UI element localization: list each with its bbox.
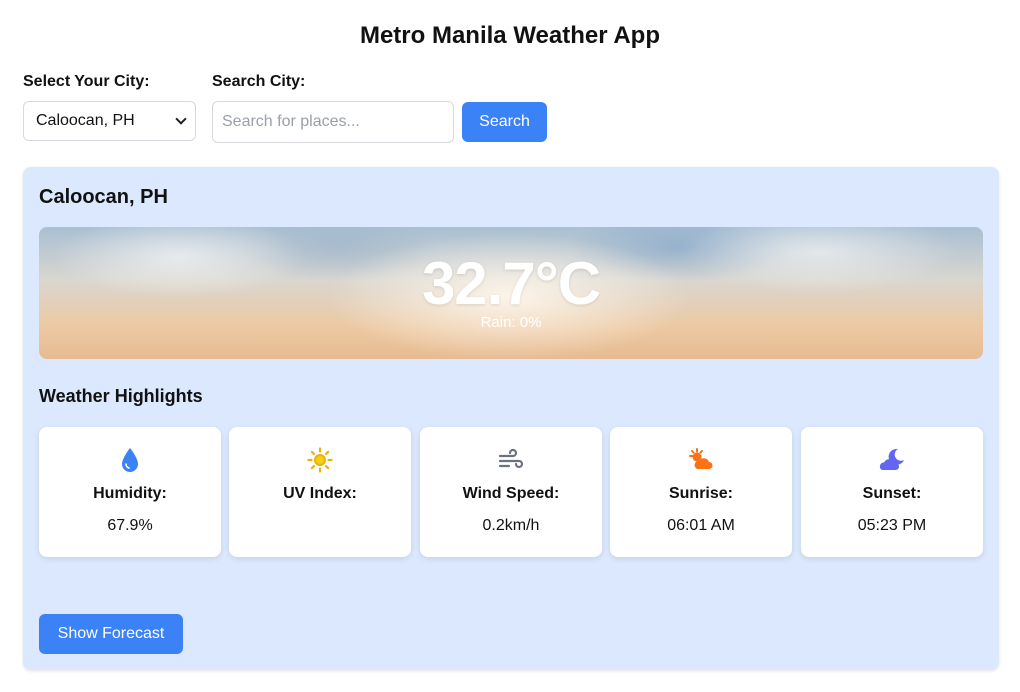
app-title: Metro Manila Weather App [359,22,661,49]
humidity-card: Humidity: 67.9% [39,427,221,557]
wind-icon [498,448,524,469]
wind-speed-card: Wind Speed: 0.2km/h [420,427,602,557]
wind-speed-label: Wind Speed: [462,485,560,502]
temperature-readout: 32.7°C [421,250,601,317]
rain-chance: Rain: 0% [480,314,542,331]
humidity-label: Humidity: [93,485,167,502]
sunrise-icon [689,448,713,469]
uv-index-label: UV Index: [283,485,357,502]
sunset-label: Sunset: [862,485,922,502]
city-select[interactable]: Caloocan, PH [23,101,196,141]
wind-speed-value: 0.2km/h [482,517,540,534]
weather-hero-banner: 32.7°C Rain: 0% [39,227,983,359]
humidity-value: 67.9% [107,517,153,534]
uv-index-card: UV Index: [229,427,411,557]
search-button[interactable]: Search [462,102,547,142]
search-input[interactable]: Search for places... [212,101,454,143]
city-select-label: Select Your City: [23,73,150,90]
sunrise-label: Sunrise: [668,485,733,502]
search-city-label: Search City: [212,73,306,90]
search-placeholder: Search for places... [222,113,360,130]
weather-panel: Caloocan, PH 32.7°C Rain: 0% Weather Hig… [23,167,999,670]
highlights-cards: Humidity: 67.9% UV Index: Wind Speed: 0.… [39,427,983,557]
sunrise-value: 06:01 AM [667,517,735,534]
moon-cloud-icon [879,448,904,470]
city-select-value: Caloocan, PH [36,112,135,129]
sunset-card: Sunset: 05:23 PM [801,427,983,557]
sunset-value: 05:23 PM [857,517,927,534]
show-forecast-button[interactable]: Show Forecast [39,614,183,654]
highlights-title: Weather Highlights [39,386,203,406]
droplet-icon [122,448,138,472]
sun-icon [307,447,333,473]
chevron-down-icon [175,113,187,125]
current-city-name: Caloocan, PH [39,186,168,208]
sunrise-card: Sunrise: 06:01 AM [610,427,792,557]
